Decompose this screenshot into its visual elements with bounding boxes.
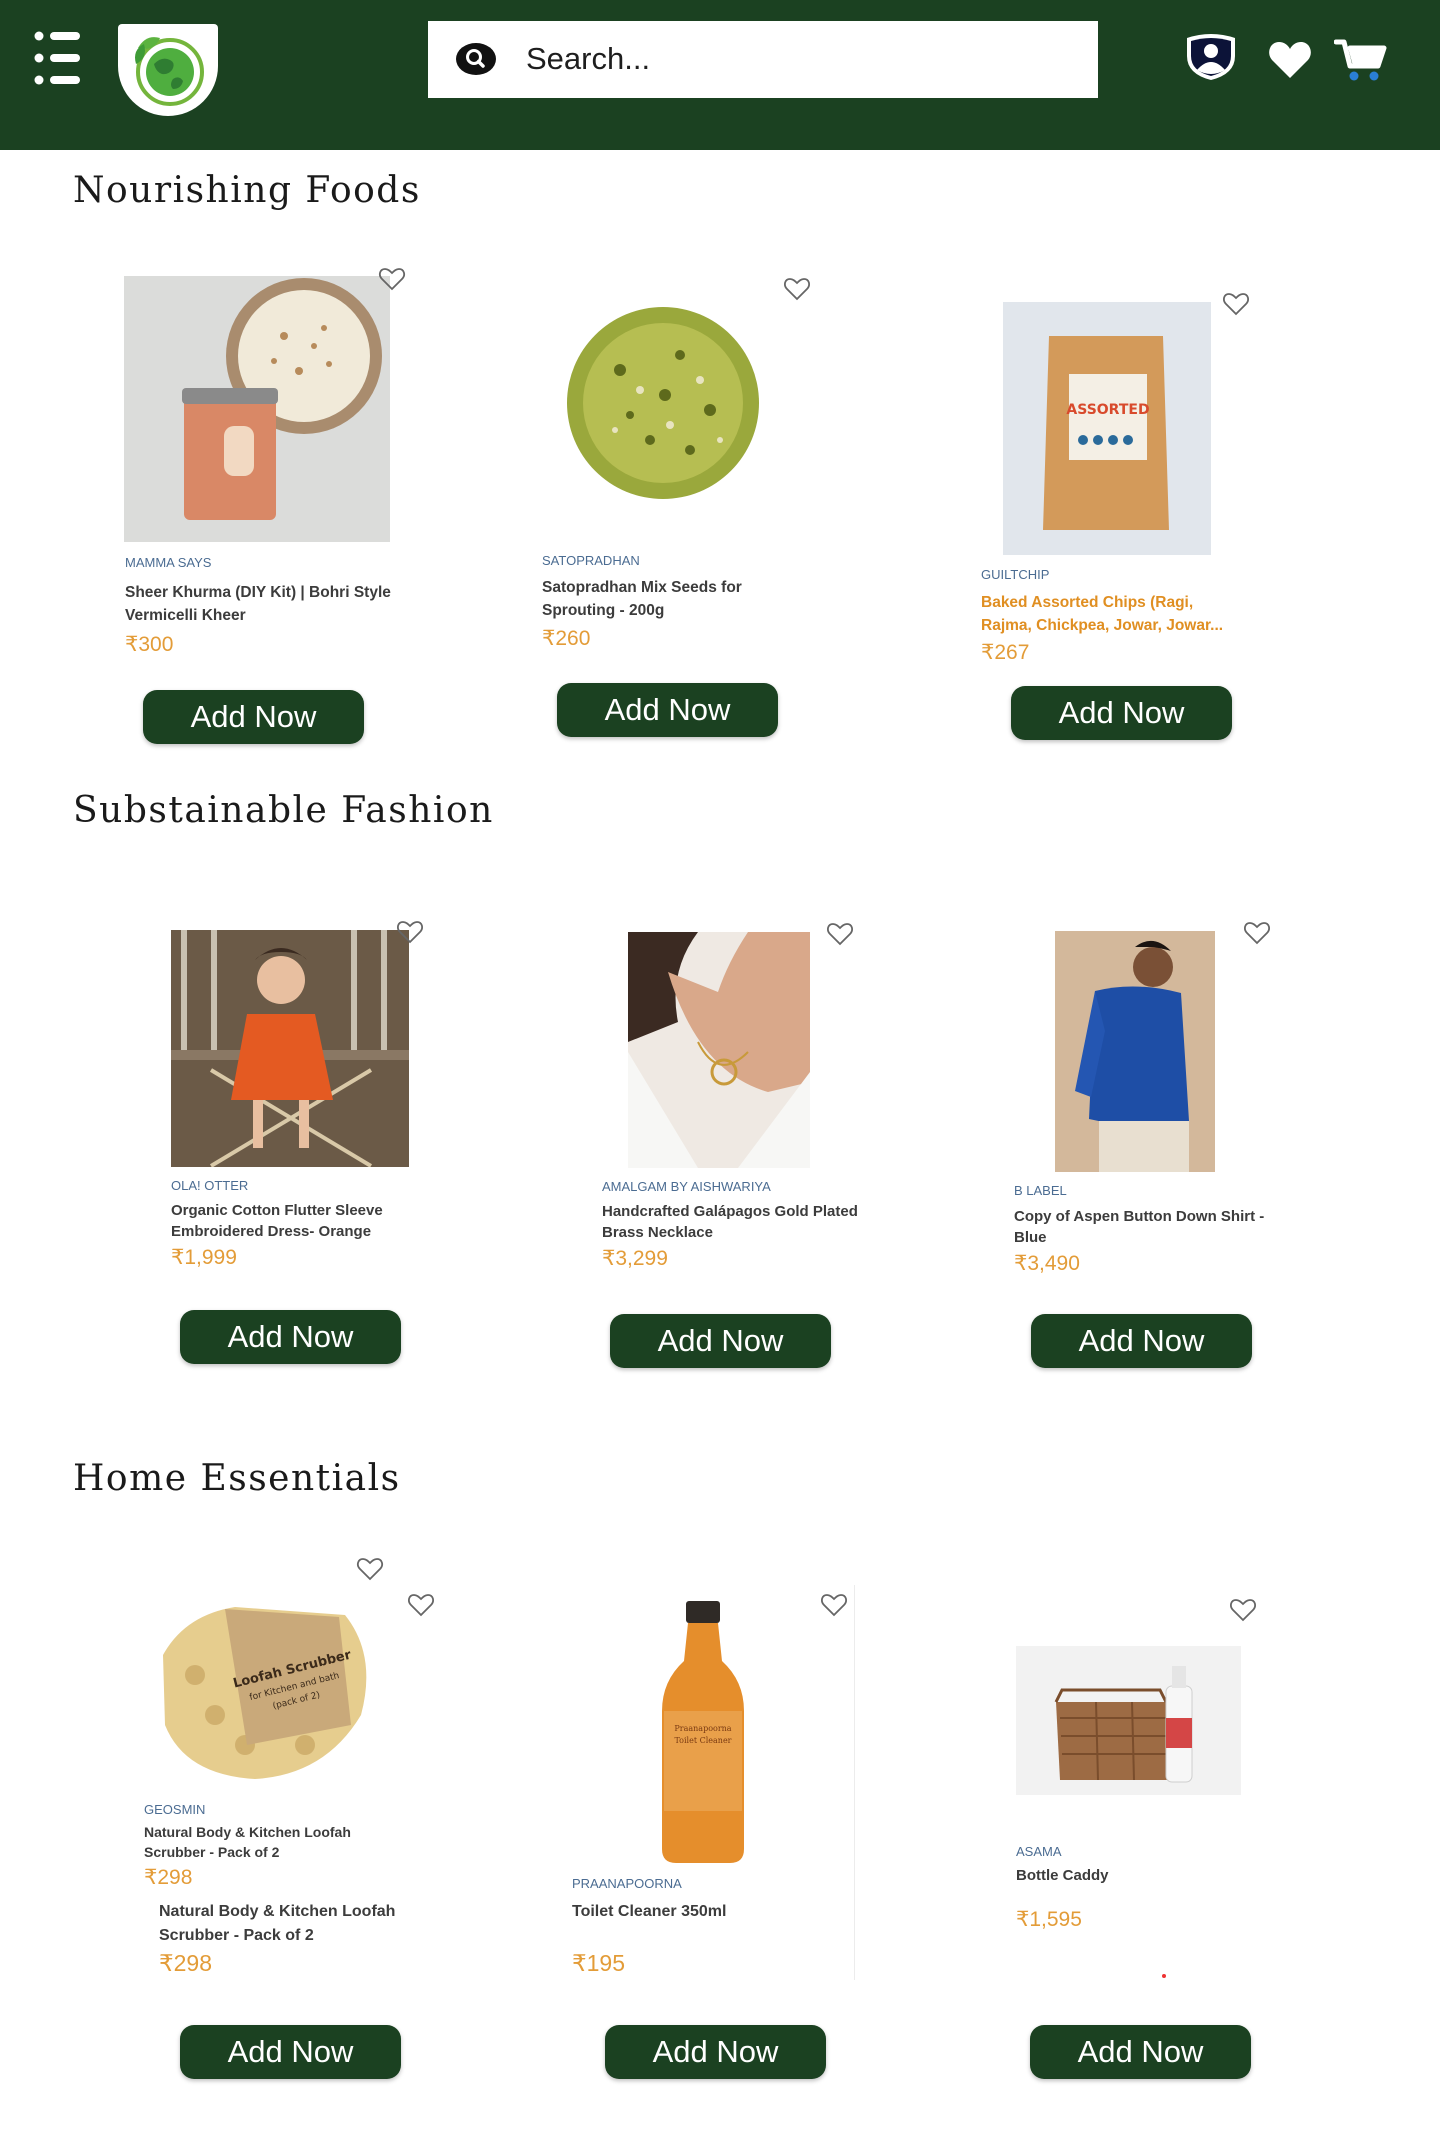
product-brand: ASAMA [1016,1844,1062,1859]
add-now-button[interactable]: Add Now [143,690,364,744]
product-name[interactable]: Baked Assorted Chips (Ragi, Rajma, Chick… [981,591,1241,637]
product-brand: MAMMA SAYS [125,555,212,570]
wishlist-heart-icon[interactable] [1243,920,1271,946]
product-name-secondary[interactable]: Natural Body & Kitchen Loofah Scrubber -… [159,1900,429,1948]
product-brand: GEOSMIN [144,1802,206,1817]
product-image-orange-dress[interactable] [171,930,409,1168]
product-image-toilet-cleaner[interactable]: Praanapoorna Toilet Cleaner [660,1601,746,1863]
wishlist-heart-icon[interactable] [396,919,424,945]
wishlist-heart-icon[interactable] [783,276,811,302]
section-title-sustainable-fashion: Substainable Fashion [73,790,494,831]
search-bar[interactable] [428,21,1098,98]
product-brand: AMALGAM BY AISHWARIYA [602,1179,771,1194]
card-divider [854,1585,855,1980]
product-name[interactable]: Toilet Cleaner 350ml [572,1900,832,1923]
wishlist-heart-icon[interactable] [1222,291,1250,317]
product-name[interactable]: Satopradhan Mix Seeds for Sprouting - 20… [542,576,792,622]
product-image-blue-shirt[interactable] [1055,931,1215,1172]
product-price: ₹195 [572,1950,626,1976]
product-price: ₹300 [125,633,174,656]
wishlist-heart-icon[interactable] [826,921,854,947]
product-brand: GUILTCHIP [981,567,1050,582]
bottle-sublabel: Toilet Cleaner [674,1736,731,1745]
add-now-button[interactable]: Add Now [180,2025,401,2079]
product-image-loofah-scrubber[interactable]: Loofah Scrubber for Kitchen and bath (pa… [155,1595,381,1785]
add-now-button[interactable]: Add Now [557,683,778,737]
add-now-button[interactable]: Add Now [1011,686,1232,740]
product-price: ₹267 [981,641,1030,664]
section-title-home-essentials: Home Essentials [73,1458,401,1499]
product-image-sprout-seeds[interactable] [560,300,766,506]
heart-icon[interactable] [1268,40,1312,85]
product-name[interactable]: Handcrafted Galápagos Gold Plated Brass … [602,1201,862,1243]
product-price: ₹3,490 [1014,1252,1080,1275]
wishlist-heart-icon[interactable] [356,1556,384,1582]
top-header [0,0,1440,150]
product-price: ₹1,595 [1016,1908,1082,1931]
add-now-button[interactable]: Add Now [180,1310,401,1364]
search-icon[interactable] [456,42,496,76]
wishlist-heart-icon[interactable] [1229,1597,1257,1623]
product-image-baked-chips[interactable]: ASSORTED [1003,302,1211,555]
chips-pack-label: ASSORTED [1066,402,1149,418]
product-price: ₹260 [542,627,591,650]
add-now-button[interactable]: Add Now [610,1314,831,1368]
bottle-label: Praanapoorna [674,1724,731,1733]
product-name[interactable]: Copy of Aspen Button Down Shirt - Blue [1014,1206,1274,1248]
product-name[interactable]: Sheer Khurma (DIY Kit) | Bohri Style Ver… [125,581,395,627]
wishlist-heart-icon[interactable] [820,1592,848,1618]
add-now-button[interactable]: Add Now [605,2025,826,2079]
section-title-nourishing-foods: Nourishing Foods [73,170,421,211]
product-image-bottle-caddy[interactable] [1016,1646,1241,1795]
add-now-button[interactable]: Add Now [1030,2025,1251,2079]
product-price: ₹1,999 [171,1246,237,1269]
product-brand: SATOPRADHAN [542,553,640,568]
product-name[interactable]: Bottle Caddy [1016,1864,1246,1887]
account-icon[interactable] [1183,32,1239,87]
search-input[interactable] [526,35,1066,83]
indicator-dot [1162,1974,1166,1978]
product-price-secondary: ₹298 [159,1950,213,1976]
product-price: ₹3,299 [602,1247,668,1270]
product-name[interactable]: Organic Cotton Flutter Sleeve Embroidere… [171,1200,431,1242]
product-image-brass-necklace[interactable] [628,932,810,1168]
wishlist-heart-icon[interactable] [407,1592,435,1618]
product-brand: B LABEL [1014,1183,1067,1198]
product-image-sheer-khurma[interactable] [124,276,390,542]
product-name[interactable]: Natural Body & Kitchen Loofah Scrubber -… [144,1822,404,1862]
product-brand: OLA! OTTER [171,1178,249,1193]
menu-icon[interactable] [34,30,82,86]
logo-icon[interactable] [118,24,218,116]
product-brand: PRAANAPOORNA [572,1876,682,1891]
wishlist-heart-icon[interactable] [378,266,406,292]
add-now-button[interactable]: Add Now [1031,1314,1252,1368]
product-price: ₹298 [144,1866,193,1889]
cart-icon[interactable] [1333,38,1388,89]
